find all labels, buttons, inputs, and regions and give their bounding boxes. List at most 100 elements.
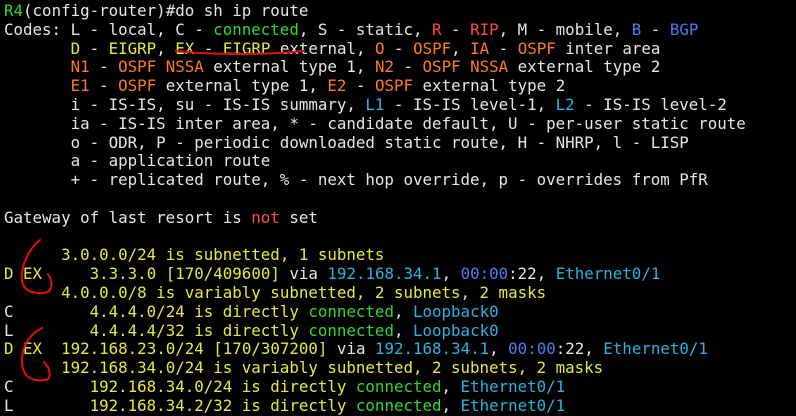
terminal-line: L 192.168.34.2/32 is directly connected,… (4, 396, 565, 415)
terminal-text: C (4, 301, 90, 321)
terminal-text: connected (355, 395, 442, 415)
terminal-line: D EX 192.168.23.0/24 [170/307200] via 19… (4, 339, 708, 358)
terminal-text: via (327, 339, 375, 359)
terminal-text: 4.0.0.0/8 is variably subnetted, 2 subne… (61, 283, 547, 302)
terminal-text: - (89, 57, 119, 77)
terminal-text: EX (23, 264, 43, 284)
terminal-text: EX (175, 38, 195, 58)
terminal-text: - (194, 38, 223, 58)
terminal-line: 3.0.0.0/24 is subnetted, 1 subnets (4, 245, 384, 264)
terminal-text: :22, (555, 339, 604, 359)
terminal-text: - (394, 57, 423, 77)
terminal-text: EX (23, 339, 43, 359)
terminal-text: 3.3.3.0 (89, 264, 157, 284)
terminal-text: OSPF (118, 76, 157, 96)
terminal-text: EIGRP (222, 38, 271, 58)
terminal-text: i - IS-IS, su - IS-IS summary, (4, 95, 366, 114)
terminal-text: 00:00 (508, 339, 556, 359)
terminal-line: 4.0.0.0/8 is variably subnetted, 2 subne… (4, 283, 546, 302)
terminal-text: not (251, 207, 280, 227)
terminal-text: - (641, 19, 670, 39)
terminal-text: 192.168.34.1 (327, 264, 442, 284)
terminal-text: 00:00 (460, 264, 509, 284)
terminal-line: L 4.4.4.4/32 is directly connected, Loop… (4, 321, 499, 340)
terminal-text: external, (270, 38, 375, 58)
terminal-text: Ethernet0/1 (555, 264, 661, 284)
terminal-text: Gateway of last resort is (4, 207, 252, 227)
terminal-text: [170/307200] (213, 339, 328, 359)
terminal-text: , M - mobile, (498, 19, 632, 39)
terminal-text: 4.4.4.0/24 is directly (89, 301, 309, 321)
terminal-text: connected (308, 320, 394, 340)
terminal-line: + - replicated route, % - next hop overr… (4, 170, 708, 189)
terminal-text: , (441, 377, 461, 396)
terminal-line: D - EIGRP, EX - EIGRP external, O - OSPF… (4, 38, 661, 58)
terminal-line: E1 - OSPF external type 1, E2 - OSPF ext… (4, 76, 566, 96)
terminal-text: OSPF (413, 38, 452, 58)
terminal-line: Codes: L - local, C - connected, S - sta… (4, 20, 698, 39)
terminal-text: IA (470, 38, 490, 58)
terminal-text: 192.168.34.1 (374, 339, 490, 359)
terminal-line: C 4.4.4.0/24 is directly connected, Loop… (4, 302, 499, 321)
terminal-text: R4 (4, 1, 24, 20)
terminal-text: C (4, 377, 90, 396)
terminal-text: - IS-IS level-2 (574, 95, 727, 114)
terminal-text: BGP (669, 19, 699, 39)
terminal-text: 192.168.23.0/24 (61, 339, 204, 359)
terminal-line: 192.168.34.0/24 is variably subnetted, 2… (4, 358, 603, 377)
terminal-text: via (279, 264, 328, 284)
terminal-text: E2 (327, 76, 347, 96)
terminal-text: , (156, 38, 176, 58)
terminal-text: Codes: L - local, C - (4, 19, 214, 39)
terminal-text: + - replicated route, % - next hop overr… (4, 170, 708, 190)
terminal-line: R4(config-router)#do sh ip route (4, 1, 308, 20)
terminal-text: OSPF (517, 38, 556, 58)
terminal-text: Ethernet0/1 (460, 377, 566, 396)
terminal-text: connected (355, 377, 442, 396)
terminal-text: L (4, 395, 90, 415)
terminal-text: external type 2 (413, 76, 566, 96)
terminal-text: external type 1, (156, 76, 328, 96)
terminal-text: L2 (555, 95, 575, 114)
terminal-text: B (631, 19, 642, 39)
terminal-line: o - ODR, P - periodic downloaded static … (4, 133, 689, 152)
terminal-text: 192.168.34.2/32 is directly (89, 395, 356, 415)
terminal-text: external type 1, (203, 57, 375, 77)
terminal-text: [170/409600] (165, 264, 280, 284)
terminal-text: D (4, 339, 14, 359)
terminal-text: 3.0.0.0/24 is subnetted, 1 subnets (61, 245, 385, 265)
terminal-text: RIP (470, 19, 499, 39)
terminal-text: Ethernet0/1 (460, 395, 566, 415)
terminal-text: o - ODR, P - periodic downloaded static … (4, 132, 689, 152)
terminal-text: ia - IS-IS inter area, * - candidate def… (4, 113, 746, 133)
terminal-text: , (489, 339, 509, 359)
terminal-line: Gateway of last resort is not set (4, 208, 318, 227)
terminal-text: - IS-IS level-1, (384, 95, 556, 114)
terminal-text: D (70, 38, 81, 58)
terminal-text: - (441, 19, 471, 39)
terminal-line: i - IS-IS, su - IS-IS summary, L1 - IS-I… (4, 95, 727, 114)
terminal-text: D (4, 264, 14, 284)
terminal-line: N1 - OSPF NSSA external type 1, N2 - OSP… (4, 57, 661, 77)
terminal-text: N2 (374, 57, 394, 77)
terminal-text: a - application route (4, 151, 271, 171)
terminal-text: Ethernet0/1 (603, 339, 708, 359)
terminal-text: Loopback0 (413, 301, 499, 321)
terminal-line: D EX 3.3.3.0 [170/409600] via 192.168.34… (4, 264, 660, 283)
terminal-window[interactable]: R4(config-router)#do sh ip route Codes: L… (0, 0, 796, 416)
terminal-text: OSPF NSSA (422, 57, 509, 77)
terminal-text: connected (213, 19, 299, 39)
terminal-line: ia - IS-IS inter area, * - candidate def… (4, 114, 746, 133)
terminal-text: (config-router)#do sh ip route (23, 1, 309, 20)
terminal-line: C 192.168.34.0/24 is directly connected,… (4, 377, 565, 396)
terminal-text: , (441, 395, 461, 415)
terminal-text: external type 2 (508, 57, 661, 77)
